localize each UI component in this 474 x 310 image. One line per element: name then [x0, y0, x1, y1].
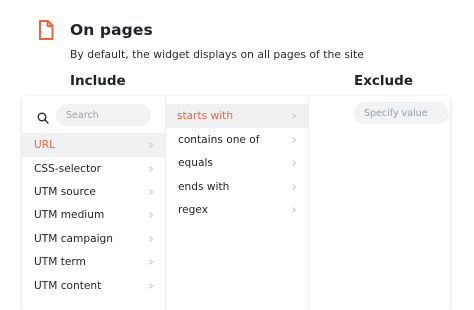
field-item-css-selector[interactable]: CSS-selector: [22, 157, 165, 181]
chevron-right-icon: [290, 206, 298, 214]
operator-item-ends-with[interactable]: ends with: [166, 175, 308, 199]
search-input[interactable]: [56, 104, 151, 126]
search-row: [22, 104, 165, 126]
page-settings-panel: On pages By default, the widget displays…: [0, 0, 474, 310]
field-item-url[interactable]: URL: [22, 133, 165, 157]
chevron-right-icon: [147, 258, 155, 266]
operator-item-regex[interactable]: regex: [166, 198, 308, 222]
chevron-right-icon: [147, 141, 155, 149]
section-title: On pages: [70, 21, 153, 39]
operator-item-label: ends with: [178, 181, 230, 193]
chevron-right-icon: [290, 136, 298, 144]
chevron-right-icon: [147, 282, 155, 290]
field-item-utm-content[interactable]: UTM content: [22, 274, 165, 298]
value-input[interactable]: [354, 102, 449, 124]
field-item-label: UTM content: [34, 280, 102, 292]
field-item-utm-medium[interactable]: UTM medium: [22, 203, 165, 227]
field-item-label: UTM campaign: [34, 233, 113, 245]
field-item-label: URL: [34, 139, 56, 151]
field-item-label: UTM source: [34, 186, 96, 198]
field-item-label: UTM term: [34, 256, 86, 268]
chevron-right-icon: [290, 112, 298, 120]
field-item-label: CSS-selector: [34, 163, 101, 175]
operator-item-label: equals: [178, 157, 213, 169]
exclude-label: Exclude: [354, 73, 413, 89]
chevron-right-icon: [147, 211, 155, 219]
chevron-right-icon: [147, 188, 155, 196]
search-icon: [37, 109, 49, 124]
operator-item-label: contains one of: [178, 134, 260, 146]
value-column: [309, 96, 450, 310]
chevron-right-icon: [290, 183, 298, 191]
field-item-utm-term[interactable]: UTM term: [22, 250, 165, 274]
include-label: Include: [70, 73, 126, 89]
field-list: URL CSS-selector UTM source UTM medium U…: [22, 96, 165, 310]
operator-item-equals[interactable]: equals: [166, 151, 308, 175]
rule-builder-dropdown: URL CSS-selector UTM source UTM medium U…: [22, 96, 450, 310]
operator-item-label: regex: [178, 204, 208, 216]
operator-item-label: starts with: [177, 110, 234, 122]
file-icon: [38, 20, 54, 40]
field-item-utm-source[interactable]: UTM source: [22, 180, 165, 204]
field-item-utm-campaign[interactable]: UTM campaign: [22, 227, 165, 251]
chevron-right-icon: [147, 235, 155, 243]
section-description: By default, the widget displays on all p…: [70, 48, 364, 61]
chevron-right-icon: [290, 159, 298, 167]
field-item-label: UTM medium: [34, 209, 105, 221]
chevron-right-icon: [147, 165, 155, 173]
operator-list: starts with contains one of equals ends …: [166, 96, 308, 310]
operator-item-contains-one-of[interactable]: contains one of: [166, 128, 308, 152]
operator-item-starts-with[interactable]: starts with: [166, 104, 308, 128]
